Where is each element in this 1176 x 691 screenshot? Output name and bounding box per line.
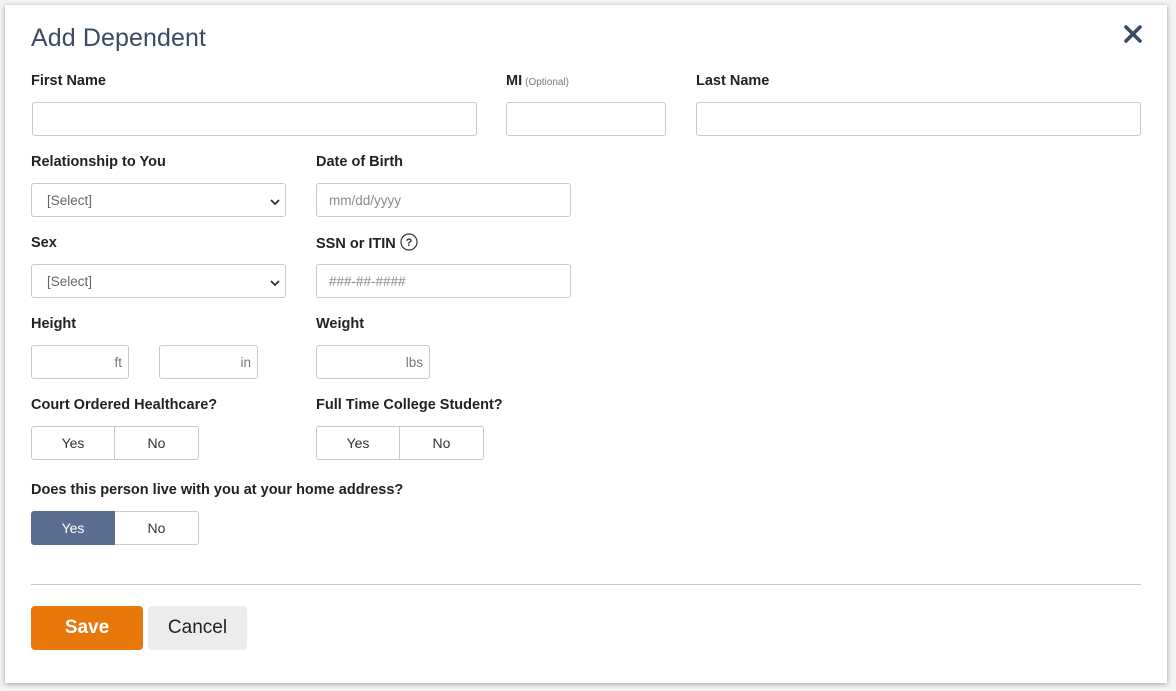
height-label: Height [31,316,77,332]
help-circle-icon[interactable]: ? [400,233,418,251]
lives-with-you-toggle: Yes No [31,511,199,545]
chevron-down-icon [269,195,281,207]
height-feet-field[interactable]: ft [31,345,129,379]
mi-input[interactable] [507,103,665,135]
relationship-selected-value: [Select] [47,193,93,208]
sex-selected-value: [Select] [47,274,93,289]
sex-select[interactable]: [Select] [31,264,286,298]
court-ordered-toggle: Yes No [31,426,199,460]
dob-field[interactable] [316,183,571,217]
dob-label: Date of Birth [316,154,403,170]
dialog-title: Add Dependent [31,24,207,52]
ssn-label: SSN or ITIN? [316,233,418,253]
feet-unit: ft [114,355,122,370]
relationship-label: Relationship to You [31,154,166,170]
inches-unit: in [240,355,251,370]
lives-with-you-yes-button[interactable]: Yes [31,511,115,545]
college-student-no-button[interactable]: No [400,426,484,460]
court-ordered-no-button[interactable]: No [115,426,199,460]
weight-label: Weight [316,316,365,332]
last-name-field[interactable] [696,102,1141,136]
mi-label: MI (Optional) [506,73,569,89]
ssn-input[interactable] [317,265,570,297]
add-dependent-dialog: Add Dependent First Name MI (Optional) La… [5,5,1167,683]
lives-with-you-no-button[interactable]: No [115,511,199,545]
cancel-button[interactable]: Cancel [148,606,247,650]
court-ordered-yes-button[interactable]: Yes [31,426,115,460]
ssn-label-text: SSN or ITIN [316,235,396,252]
lbs-unit: lbs [405,355,423,370]
sex-label: Sex [31,235,57,251]
mi-label-text: MI [506,73,523,89]
close-icon[interactable] [1121,22,1145,46]
college-student-toggle: Yes No [316,426,484,460]
first-name-input[interactable] [33,103,476,135]
svg-text:?: ? [405,237,412,249]
first-name-label: First Name [31,73,106,89]
footer-divider [31,584,1141,585]
first-name-field[interactable] [32,102,477,136]
lives-with-you-label: Does this person live with you at your h… [31,482,404,498]
height-inches-field[interactable]: in [159,345,258,379]
college-student-yes-button[interactable]: Yes [316,426,400,460]
court-ordered-label: Court Ordered Healthcare? [31,397,218,413]
mi-field[interactable] [506,102,666,136]
dob-input[interactable] [317,184,570,216]
relationship-select[interactable]: [Select] [31,183,286,217]
save-button[interactable]: Save [31,606,143,650]
college-student-label: Full Time College Student? [316,397,503,413]
last-name-input[interactable] [697,103,1140,135]
chevron-down-icon [269,276,281,288]
weight-field[interactable]: lbs [316,345,430,379]
last-name-label: Last Name [696,73,770,89]
mi-optional-text: (Optional) [525,77,570,88]
ssn-field[interactable] [316,264,571,298]
